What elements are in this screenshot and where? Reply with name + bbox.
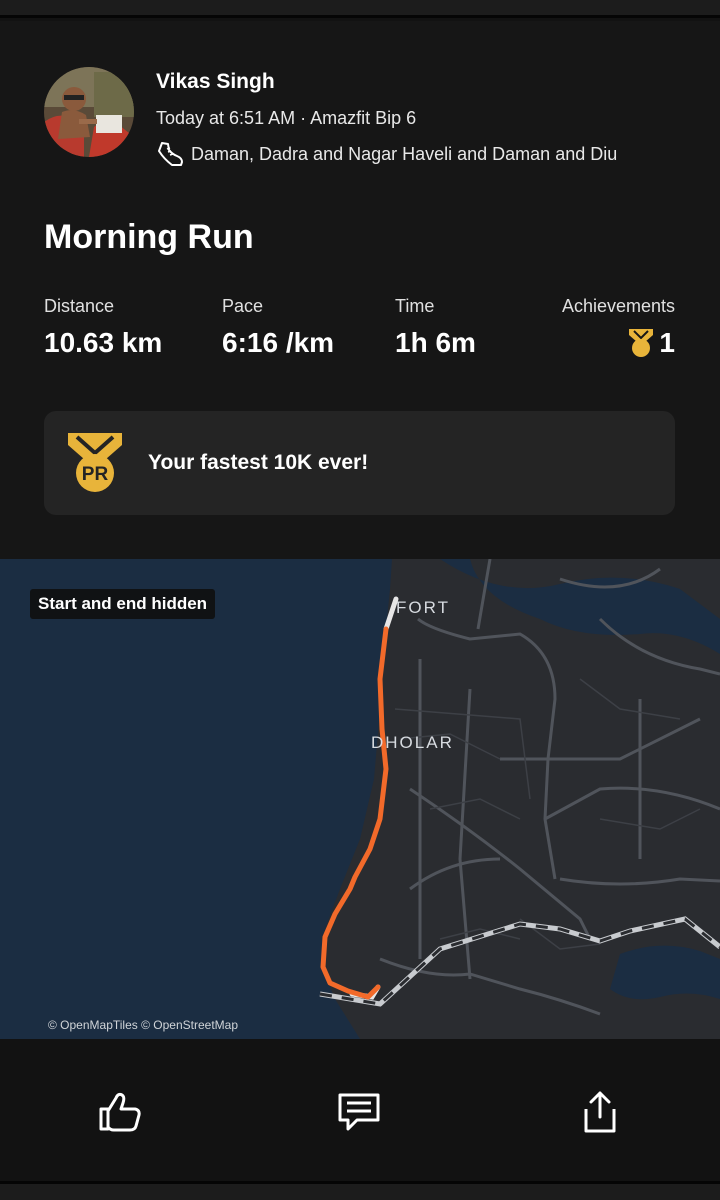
pr-text: Your fastest 10K ever! bbox=[148, 451, 369, 474]
achievements-count: 1 bbox=[562, 327, 675, 359]
pr-banner[interactable]: PR Your fastest 10K ever! bbox=[44, 411, 675, 515]
map-privacy-badge: Start and end hidden bbox=[30, 589, 216, 619]
route-map[interactable]: Start and end hidden FORT DHOLAR © OpenM… bbox=[0, 559, 720, 1039]
stat-label: Pace bbox=[222, 296, 264, 316]
map-label-dholar: DHOLAR bbox=[371, 733, 454, 752]
stat-time: Time 1h 6m bbox=[395, 296, 476, 359]
stat-label: Distance bbox=[44, 296, 115, 316]
pr-medal-icon: PR bbox=[68, 433, 122, 492]
stat-label: Time bbox=[395, 296, 435, 316]
stat-achievements[interactable]: Achievements 1 bbox=[562, 296, 675, 359]
stat-value: 6:16 /km bbox=[222, 327, 335, 358]
stat-value: 10.63 km bbox=[44, 327, 163, 358]
thumbs-up-icon[interactable] bbox=[97, 1089, 143, 1135]
share-icon[interactable] bbox=[577, 1089, 623, 1135]
activity-title[interactable]: Morning Run bbox=[44, 218, 254, 257]
stat-distance: Distance 10.63 km bbox=[44, 296, 162, 359]
stat-label: Achievements bbox=[561, 296, 675, 316]
location-row: Daman, Dadra and Nagar Haveli and Daman … bbox=[156, 140, 617, 168]
map-label-fort: FORT bbox=[396, 598, 450, 617]
activity-meta: Today at 6:51 AM · Amazfit Bip 6 bbox=[156, 108, 417, 128]
action-bar bbox=[0, 1039, 720, 1181]
top-divider bbox=[0, 0, 720, 18]
map-attribution[interactable]: © OpenMapTiles © OpenStreetMap bbox=[48, 1018, 238, 1032]
activity-location: Daman, Dadra and Nagar Haveli and Daman … bbox=[191, 143, 618, 164]
pr-icon-text: PR bbox=[82, 464, 109, 485]
shoe-icon bbox=[158, 142, 183, 166]
athlete-name[interactable]: Vikas Singh bbox=[156, 70, 275, 94]
bottom-divider bbox=[0, 1181, 720, 1200]
achievements-value: 1 bbox=[659, 327, 675, 358]
stat-pace: Pace 6:16 /km bbox=[222, 296, 334, 359]
medal-icon bbox=[629, 329, 654, 357]
stat-value: 1h 6m bbox=[395, 327, 476, 358]
comment-icon[interactable] bbox=[336, 1089, 382, 1135]
avatar[interactable] bbox=[44, 67, 134, 157]
